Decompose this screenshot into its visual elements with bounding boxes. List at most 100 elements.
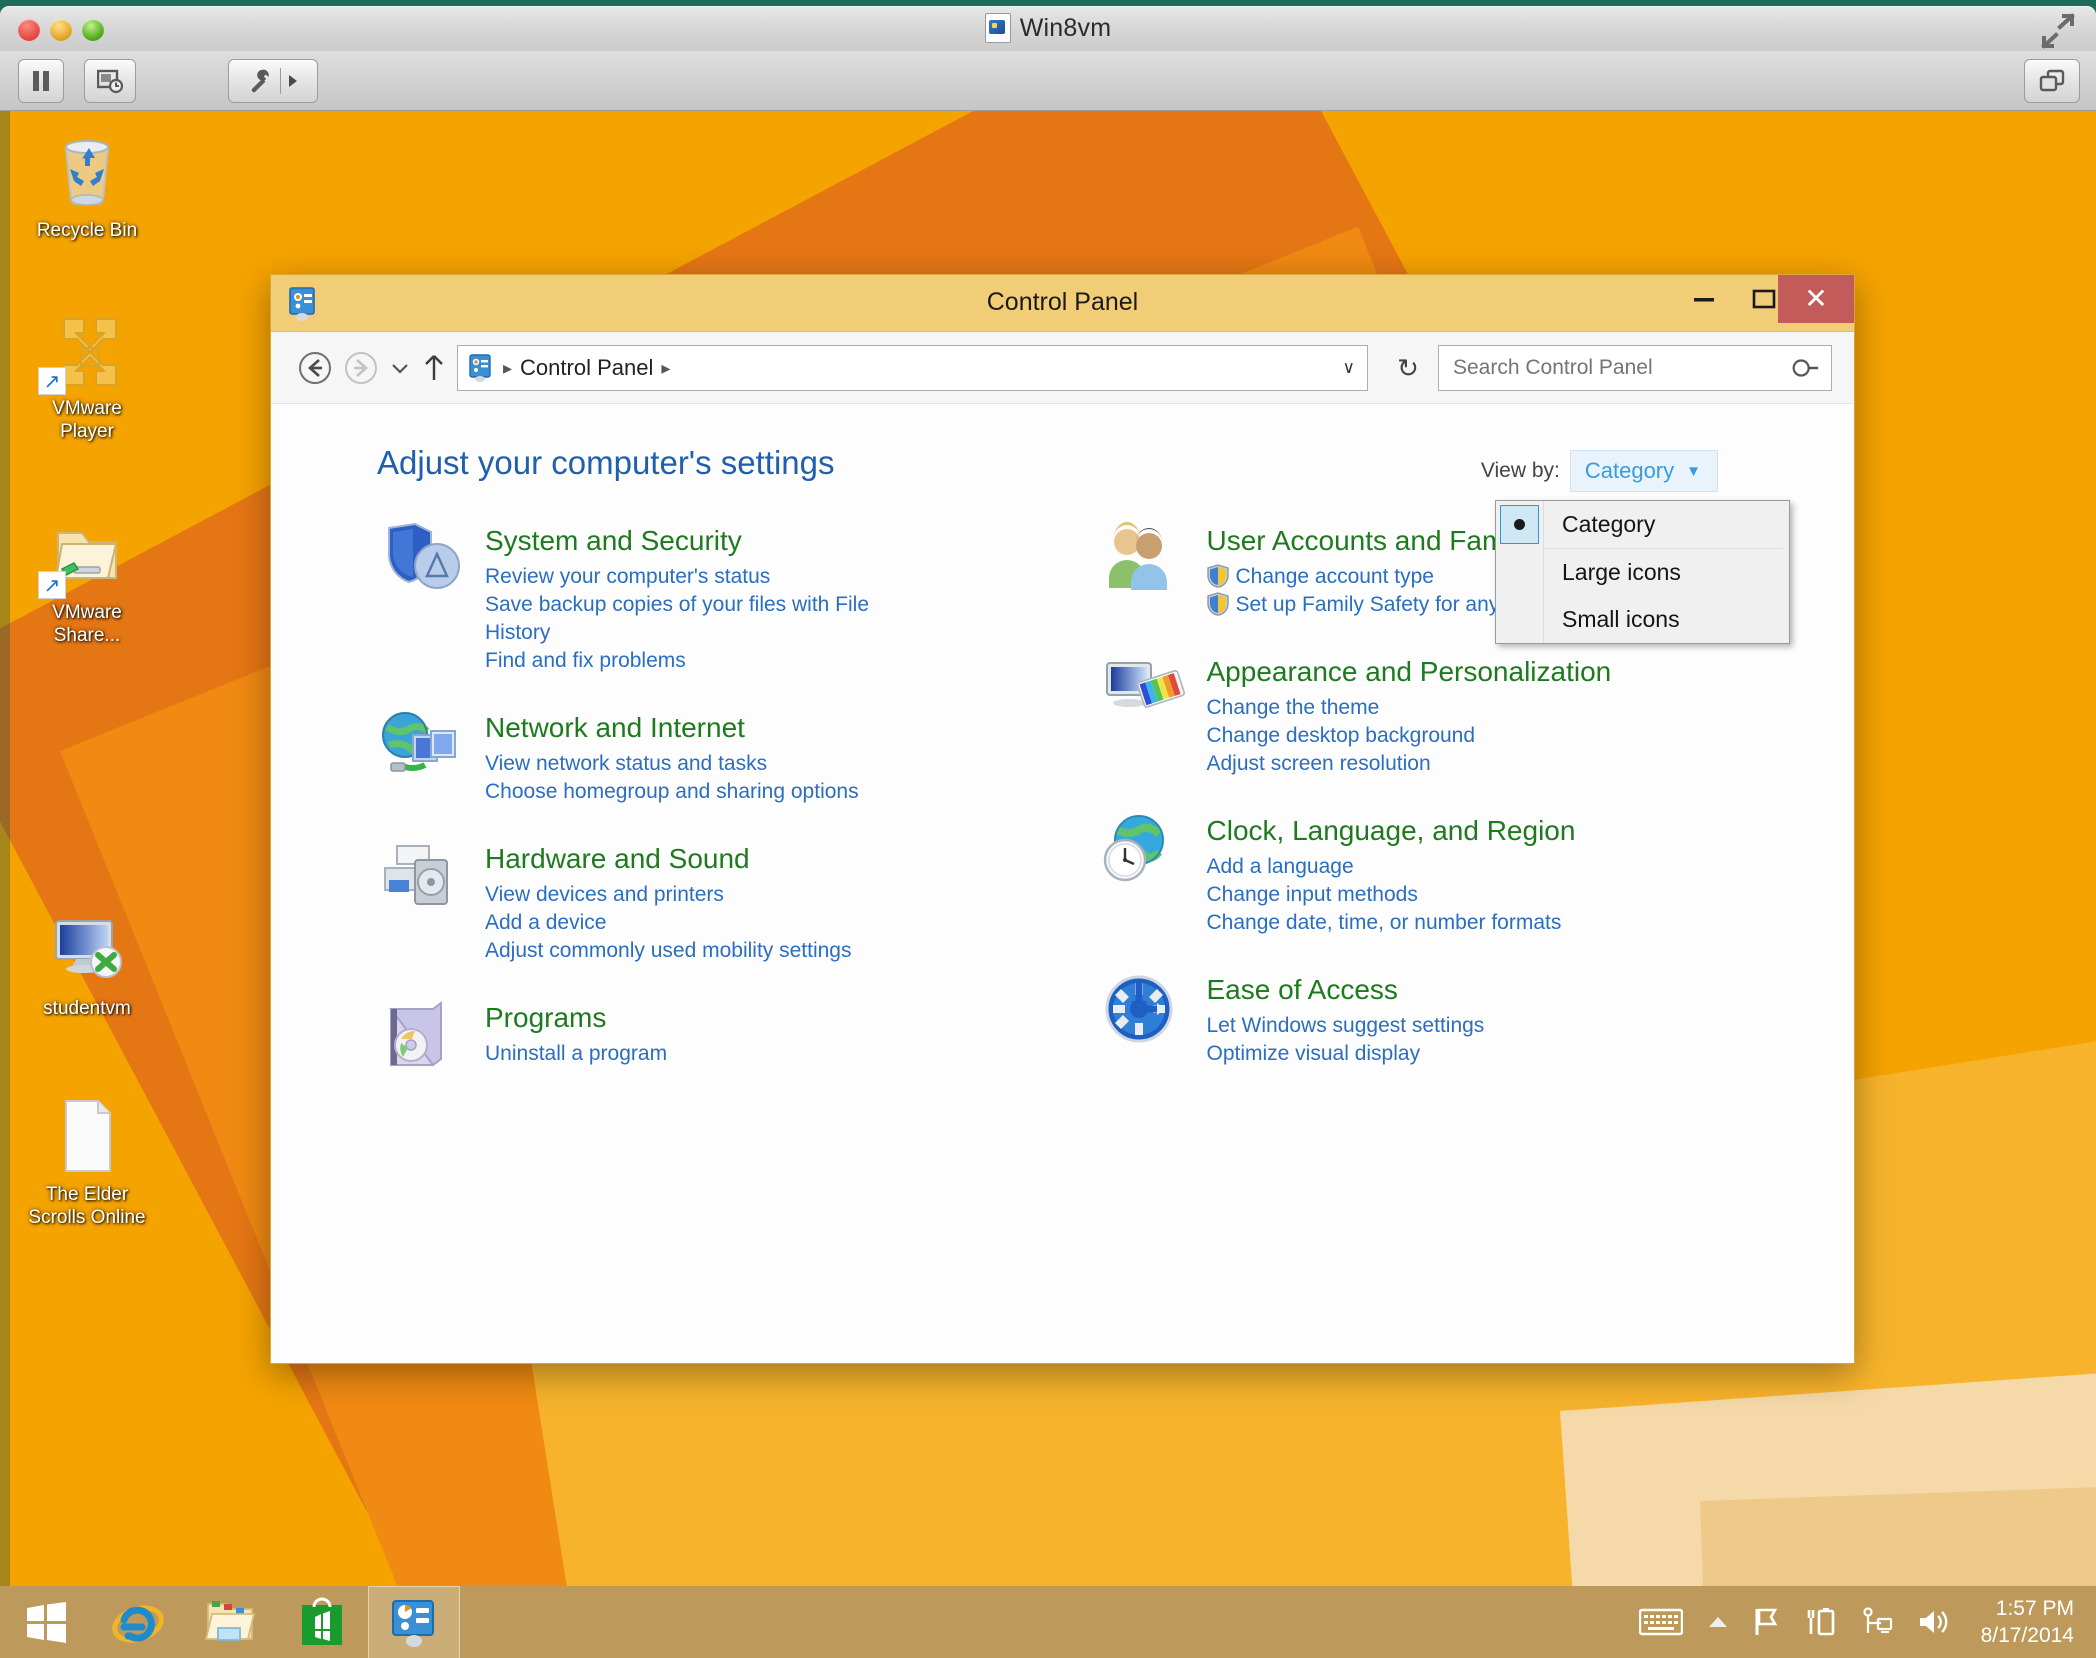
view-by-dropdown-menu[interactable]: Category Large icons Small icons [1495,500,1790,644]
category-link[interactable]: View network status and tasks [485,750,859,778]
category-link[interactable]: Optimize visual display [1207,1040,1485,1068]
breadcrumb-separator: ▸ [503,357,513,378]
category-link[interactable]: Add a device [485,909,852,937]
category-link[interactable]: Save backup copies of your files with Fi… [485,591,920,647]
menu-item-label: Large icons [1562,559,1681,585]
desktop-icon-recycle-bin[interactable]: Recycle Bin [12,129,162,242]
fullscreen-arrows-icon[interactable] [2038,13,2078,49]
address-dropdown-chevron-icon[interactable]: ∨ [1343,358,1355,378]
battery-icon[interactable] [1805,1607,1837,1637]
category-title[interactable]: Clock, Language, and Region [1207,814,1576,848]
vm-document-icon [984,13,1011,43]
category-link[interactable]: Add a language [1207,853,1576,881]
vmware-player-icon: ↗ [38,307,130,395]
category-title[interactable]: Programs [485,1001,667,1035]
category-link[interactable]: Change desktop background [1207,722,1612,750]
category-title[interactable]: Appearance and Personalization [1207,655,1612,689]
desktop-icon-label: The Elder Scrolls Online [28,1184,146,1228]
back-button[interactable] [293,346,337,390]
search-input[interactable] [1453,356,1791,380]
close-button[interactable]: ✕ [1778,275,1854,323]
windows-store-button[interactable] [276,1586,368,1658]
menu-item-category[interactable]: Category [1496,501,1789,548]
show-hidden-icons-chevron[interactable] [1707,1614,1729,1630]
chevron-down-icon: ▼ [1686,462,1701,480]
taskbar-clock[interactable]: 1:57 PM 8/17/2014 [1981,1595,2086,1649]
recycle-bin-icon [44,129,130,215]
desktop-left-edge [0,111,10,1658]
desktop-icon-label: VMware Share... [52,602,122,646]
chevron-down-icon [392,364,408,374]
category-network-and-internet: Network and Internet View network status… [379,709,1063,806]
control-panel-body: Adjust your computer's settings View by:… [271,404,1854,1361]
action-center-flag-icon[interactable] [1753,1607,1781,1637]
minimize-button[interactable] [1674,275,1734,323]
maximize-icon [1752,289,1776,309]
breadcrumb-separator[interactable]: ▸ [661,358,670,379]
category-title[interactable]: Ease of Access [1207,973,1485,1007]
clock-globe-icon [1103,815,1164,882]
category-title[interactable]: Network and Internet [485,711,859,745]
clock-time: 1:57 PM [1995,1597,2074,1620]
host-window-title-text: Win8vm [1019,14,1112,42]
category-title[interactable]: System and Security [485,524,920,558]
category-link[interactable]: Review your computer's status [485,563,920,591]
up-button[interactable] [417,346,451,390]
windows-desktop[interactable]: Recycle Bin ↗ VMware Player ↗ VMware Sha… [0,111,2096,1658]
category-link[interactable]: Adjust screen resolution [1207,750,1612,778]
category-link[interactable]: View devices and printers [485,881,852,909]
category-link[interactable]: Choose homegroup and sharing options [485,778,859,806]
internet-explorer-button[interactable] [92,1586,184,1658]
network-globe-icon [382,712,456,772]
desktop-icon-label: studentvm [43,998,131,1019]
view-by-dropdown-button[interactable]: Category ▼ [1569,450,1718,492]
unity-view-button[interactable] [2024,59,2080,103]
menu-item-label: Small icons [1562,606,1680,632]
category-link[interactable]: Change date, time, or number formats [1207,909,1576,937]
desktop-icon-vmware-player[interactable]: ↗ VMware Player [12,307,162,443]
touch-keyboard-icon[interactable] [1638,1607,1683,1637]
control-panel-navbar: ▸ Control Panel ▸ ∨ ↻ [271,332,1854,404]
breadcrumb-control-panel[interactable]: Control Panel [520,355,653,381]
control-panel-taskbar-button[interactable] [368,1586,460,1658]
refresh-button[interactable]: ↻ [1382,345,1434,391]
category-link[interactable]: Adjust commonly used mobility settings [485,937,852,965]
start-button[interactable] [0,1586,92,1658]
control-panel-titlebar[interactable]: Control Panel ✕ [271,275,1854,332]
recent-locations-button[interactable] [387,346,413,390]
category-hardware-and-sound: Hardware and Sound View devices and prin… [379,840,1063,965]
menu-item-small-icons[interactable]: Small icons [1496,596,1789,643]
settings-caret-icon [288,75,297,87]
search-icon[interactable] [1786,350,1823,387]
category-link[interactable]: Uninstall a program [485,1040,667,1068]
category-link[interactable]: Change the theme [1207,694,1612,722]
desktop-icon-vmware-share[interactable]: ↗ VMware Share... [12,511,162,647]
category-link[interactable]: Change input methods [1207,881,1576,909]
clock-date: 8/17/2014 [1980,1624,2074,1647]
snapshot-button[interactable] [84,59,136,103]
category-title[interactable]: Hardware and Sound [485,842,852,876]
volume-icon[interactable] [1917,1607,1951,1637]
menu-item-large-icons[interactable]: Large icons [1496,549,1789,596]
category-system-and-security: System and Security Review your computer… [379,522,1063,675]
category-link[interactable]: Let Windows suggest settings [1207,1012,1485,1040]
control-panel-window: Control Panel ✕ ▸ Control Panel ▸ ∨ ↻ Se… [270,274,1855,1364]
network-icon[interactable] [1861,1607,1893,1637]
programs-box-icon [389,1001,442,1067]
category-column-left: System and Security Review your computer… [271,522,1063,1109]
radio-button-selected[interactable] [1500,505,1539,544]
folder-shortcut-icon: ↗ [38,511,130,599]
file-explorer-icon [204,1601,256,1641]
search-box[interactable] [1438,345,1832,391]
settings-button[interactable] [228,59,318,103]
desktop-icon-studentvm[interactable]: studentvm [12,907,162,1020]
windows-store-icon [302,1597,342,1645]
blank-document-icon [44,1093,130,1179]
category-link[interactable]: Find and fix problems [485,647,920,675]
unity-windows-icon [2039,69,2065,92]
address-bar[interactable]: ▸ Control Panel ▸ ∨ [457,345,1368,391]
uac-shield-icon [1206,592,1229,616]
desktop-icon-elder-scrolls-online[interactable]: The Elder Scrolls Online [12,1093,162,1229]
file-explorer-button[interactable] [184,1586,276,1658]
pause-button[interactable] [18,59,64,103]
